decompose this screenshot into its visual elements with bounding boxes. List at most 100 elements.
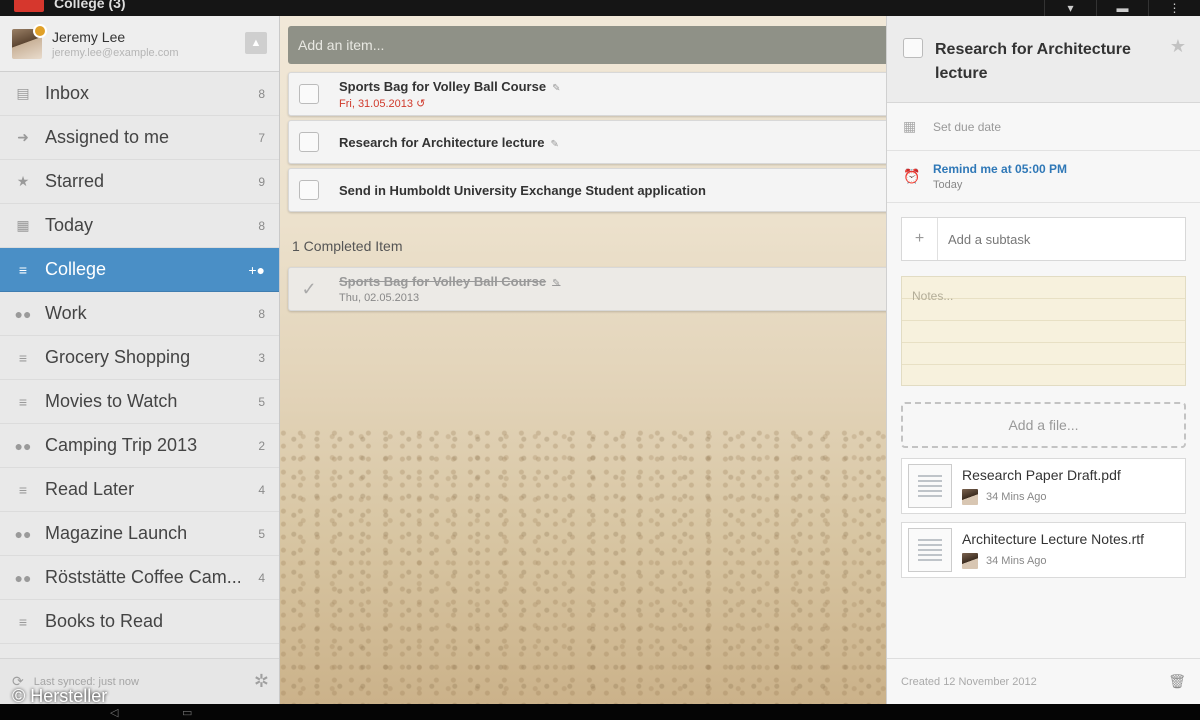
recent-apps-icon[interactable]: ▭ (182, 706, 192, 719)
trash-icon[interactable]: 🗑 (1168, 673, 1186, 690)
file-attachment[interactable]: Research Paper Draft.pdf 34 Mins Ago (901, 458, 1186, 514)
star-icon: ★ (16, 173, 30, 189)
list-icon: ≡ (18, 349, 28, 366)
notes-field[interactable]: Notes... (901, 276, 1186, 386)
app-root: College (3) ▾ ▬ ⋮ Jeremy Lee jeremy.lee@… (0, 0, 1200, 720)
add-member-icon[interactable]: +● (248, 262, 265, 278)
add-item-input[interactable]: Add an item... (288, 26, 886, 64)
count-badge: 8 (258, 218, 265, 233)
add-file-button[interactable]: Add a file... (901, 402, 1186, 448)
overflow-menu-icon[interactable]: ⋮ (1148, 0, 1200, 16)
task-row[interactable]: Research for Architecture lecture ✎ (288, 120, 886, 164)
calendar-icon: ▦ (16, 217, 30, 233)
file-time: 34 Mins Ago (986, 491, 1047, 503)
task-title: Send in Humboldt University Exchange Stu… (339, 182, 706, 198)
plus-icon[interactable]: + (902, 218, 938, 260)
add-subtask-field[interactable]: + Add a subtask (901, 217, 1186, 261)
list-icon: ≡ (18, 393, 28, 410)
created-date: Created 12 November 2012 (901, 675, 1037, 688)
reminder-row[interactable]: ⏰ Remind me at 05:00 PM Today (887, 151, 1200, 203)
reminder-day: Today (933, 179, 963, 191)
list-icon: ≡ (18, 613, 28, 630)
sidebar-item-work[interactable]: ●● Work 8 (0, 292, 279, 336)
sidebar-item-inbox[interactable]: ▤ Inbox 8 (0, 72, 279, 116)
user-name: Jeremy Lee (52, 28, 126, 45)
sidebar-item-starred[interactable]: ★ Starred 9 (0, 160, 279, 204)
shared-list-icon: ●● (14, 305, 32, 322)
count-badge: 7 (258, 130, 265, 145)
sidebar-item-camping-trip[interactable]: ●● Camping Trip 2013 2 (0, 424, 279, 468)
count-badge: 9 (258, 174, 265, 189)
file-time: 34 Mins Ago (986, 555, 1047, 567)
count-badge: 4 (258, 570, 265, 585)
sidebar-item-roststatte-coffee[interactable]: ●● Röststätte Coffee Cam... 4 (0, 556, 279, 600)
user-email: jeremy.lee@example.com (52, 46, 179, 59)
detail-checkbox[interactable] (903, 38, 923, 58)
assigned-icon: ➜ (17, 129, 29, 145)
sidebar-item-read-later[interactable]: ≡ Read Later 4 (0, 468, 279, 512)
task-checkbox[interactable] (299, 132, 319, 152)
sidebar-item-college[interactable]: ≡ College +● (0, 248, 279, 292)
completed-task-row[interactable]: ✓ Sports Bag for Volley Ball Course ✎ Thu… (288, 267, 886, 311)
calendar-icon: ▦ (903, 118, 917, 134)
sidebar-item-grocery-shopping[interactable]: ≡ Grocery Shopping 3 (0, 336, 279, 380)
shared-list-icon: ●● (14, 525, 32, 542)
pin-icon: ✎ (552, 82, 561, 94)
due-date-row[interactable]: ▦ Set due date (887, 103, 1200, 151)
list-icon: ≡ (18, 261, 28, 278)
star-icon[interactable]: ★ (1170, 36, 1186, 57)
sidebar-item-magazine-launch[interactable]: ●● Magazine Launch 5 (0, 512, 279, 556)
detail-title[interactable]: Research for Architecture lecture (935, 38, 1135, 102)
app-title: College (3) (54, 0, 126, 11)
checkmark-icon[interactable]: ✓ (299, 279, 319, 299)
user-profile[interactable]: Jeremy Lee jeremy.lee@example.com ▲ (0, 16, 279, 72)
list-icon: ≡ (18, 481, 28, 498)
task-row[interactable]: Sports Bag for Volley Ball Course ✎ Fri, … (288, 72, 886, 116)
recurring-icon: ↺ (416, 97, 426, 110)
back-icon[interactable]: ◁ (110, 706, 118, 719)
count-badge: 8 (258, 86, 265, 101)
alarm-clock-icon: ⏰ (903, 168, 921, 184)
task-title: Sports Bag for Volley Ball Course (339, 274, 547, 289)
share-icon[interactable]: ▾ (1044, 0, 1096, 16)
system-navigation-bar: ◁ ▭ (0, 704, 1200, 720)
inbox-icon: ▤ (16, 85, 30, 101)
task-row[interactable]: Send in Humboldt University Exchange Stu… (288, 168, 886, 212)
detail-footer: Created 12 November 2012 🗑 (887, 658, 1200, 704)
completed-items-heading[interactable]: 1 Completed Item (292, 238, 403, 254)
reminder-time: Remind me at 05:00 PM (933, 162, 1068, 176)
document-icon (908, 464, 952, 508)
sidebar-item-books-to-read[interactable]: ≡ Books to Read (0, 600, 279, 644)
task-date: Thu, 02.05.2013 (339, 292, 420, 304)
task-checkbox[interactable] (299, 84, 319, 104)
count-badge: 4 (258, 482, 265, 497)
avatar (962, 489, 978, 505)
sidebar-item-today[interactable]: ▦ Today 8 (0, 204, 279, 248)
avatar (962, 553, 978, 569)
sidebar-item-assigned-to-me[interactable]: ➜ Assigned to me 7 (0, 116, 279, 160)
count-badge: 8 (258, 306, 265, 321)
app-logo-icon[interactable] (14, 0, 44, 12)
settings-gear-icon[interactable]: ✲ (254, 671, 269, 692)
shared-list-icon: ●● (14, 437, 32, 454)
task-list-pane: Add an item... Sports Bag for Volley Bal… (280, 16, 886, 704)
sidebar-item-movies-to-watch[interactable]: ≡ Movies to Watch 5 (0, 380, 279, 424)
detail-header: Research for Architecture lecture ★ (887, 16, 1200, 103)
watermark: © Hersteller (12, 686, 108, 706)
task-due-date: Fri, 31.05.2013 (339, 97, 413, 110)
task-checkbox[interactable] (299, 180, 319, 200)
file-name: Research Paper Draft.pdf (962, 467, 1121, 483)
list-menu-icon[interactable]: ▬ (1096, 0, 1148, 16)
action-bar: College (3) ▾ ▬ ⋮ (0, 0, 1200, 16)
document-icon (908, 528, 952, 572)
count-badge: 5 (258, 394, 265, 409)
action-bar-actions: ▾ ▬ ⋮ (1044, 0, 1200, 16)
task-title: Research for Architecture lecture (339, 134, 545, 150)
task-detail-panel: Research for Architecture lecture ★ ▦ Se… (886, 16, 1200, 704)
count-badge: 3 (258, 350, 265, 365)
notification-bell-icon[interactable]: ▲ (245, 32, 267, 54)
file-attachment[interactable]: Architecture Lecture Notes.rtf 34 Mins A… (901, 522, 1186, 578)
file-name: Architecture Lecture Notes.rtf (962, 531, 1145, 547)
task-title: Sports Bag for Volley Ball Course (339, 78, 547, 94)
avatar (12, 23, 47, 59)
